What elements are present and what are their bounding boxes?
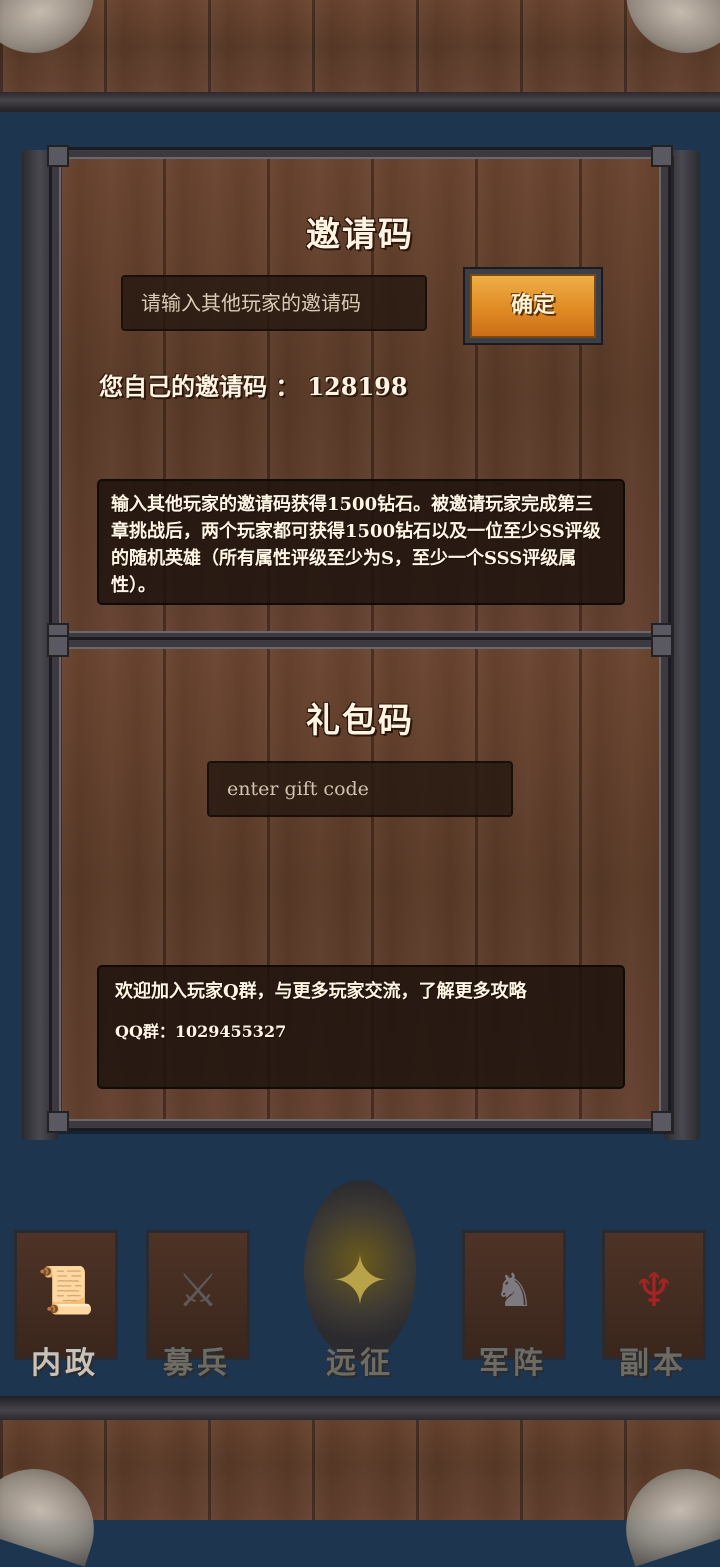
ornament-right-icon: [610, 0, 720, 69]
nav-item-dungeon[interactable]: ♆ 副本: [594, 1230, 712, 1390]
invite-reward-description: 输入其他玩家的邀请码获得1500钻石。被邀请玩家完成第三章挑战后，两个玩家都可获…: [97, 479, 625, 605]
gift-code-title: 礼包码: [306, 701, 414, 741]
invite-code-input[interactable]: 请输入其他玩家的邀请码: [121, 275, 427, 331]
nav-art: ✦: [304, 1180, 416, 1360]
panel-bolt: [47, 1111, 69, 1133]
panel-bolt: [651, 145, 673, 167]
nav-label: 副本: [619, 1346, 687, 1381]
invite-code-title: 邀请码: [306, 215, 414, 255]
ornament-left-icon: [0, 0, 110, 69]
ornament-bottom-left-icon: [0, 1453, 110, 1567]
own-invite-code-value: 128198: [307, 372, 408, 401]
helmets-icon: ⚔: [177, 1263, 219, 1317]
nav-item-domestic[interactable]: 📜 内政: [6, 1230, 124, 1390]
chess-knight-icon: ♞: [493, 1263, 535, 1317]
nav-item-recruit[interactable]: ⚔ 募兵: [138, 1230, 256, 1390]
confirm-button[interactable]: 确定: [465, 269, 601, 343]
nav-label: 远征: [326, 1346, 394, 1381]
nav-item-expedition[interactable]: ✦ 远征: [296, 1160, 424, 1390]
gift-code-panel: 礼包码 enter gift code 欢迎加入玩家Q群，与更多玩家交流，了解更…: [47, 635, 673, 1133]
gift-code-input[interactable]: enter gift code: [207, 761, 513, 817]
panel-bolt: [47, 635, 69, 657]
invite-code-panel: 邀请码 请输入其他玩家的邀请码 确定 您自己的邀请码 ： 128198 输入其他玩…: [47, 145, 673, 645]
nav-label: 募兵: [163, 1346, 231, 1381]
panel-bolt: [651, 635, 673, 657]
bottom-decor-bar: [0, 1396, 720, 1567]
nav-label: 军阵: [479, 1346, 547, 1381]
top-rail: [0, 92, 720, 112]
own-invite-code-label: 您自己的邀请码 ：: [99, 372, 300, 401]
nav-label: 内政: [31, 1346, 99, 1381]
panel-bolt: [47, 145, 69, 167]
bottom-rail: [0, 1396, 720, 1420]
own-invite-code: 您自己的邀请码 ： 128198: [99, 367, 408, 402]
ornament-bottom-right-icon: [610, 1453, 720, 1567]
sword-emblem-icon: ✦: [330, 1240, 390, 1322]
scroll-seal-icon: 📜: [37, 1263, 95, 1317]
demon-mask-icon: ♆: [633, 1263, 675, 1317]
bottom-navigation: 📜 内政 ⚔ 募兵 ✦ 远征 ♞ 军阵 ♆ 副本: [0, 1160, 720, 1410]
community-info-box: 欢迎加入玩家Q群，与更多玩家交流，了解更多攻略 QQ群：1029455327: [97, 965, 625, 1089]
qq-group-number: QQ群：1029455327: [115, 1022, 287, 1041]
nav-item-formation[interactable]: ♞ 军阵: [454, 1230, 572, 1390]
panel-bolt: [651, 1111, 673, 1133]
community-text: 欢迎加入玩家Q群，与更多玩家交流，了解更多攻略: [115, 981, 527, 1002]
top-decor-bar: [0, 0, 720, 112]
